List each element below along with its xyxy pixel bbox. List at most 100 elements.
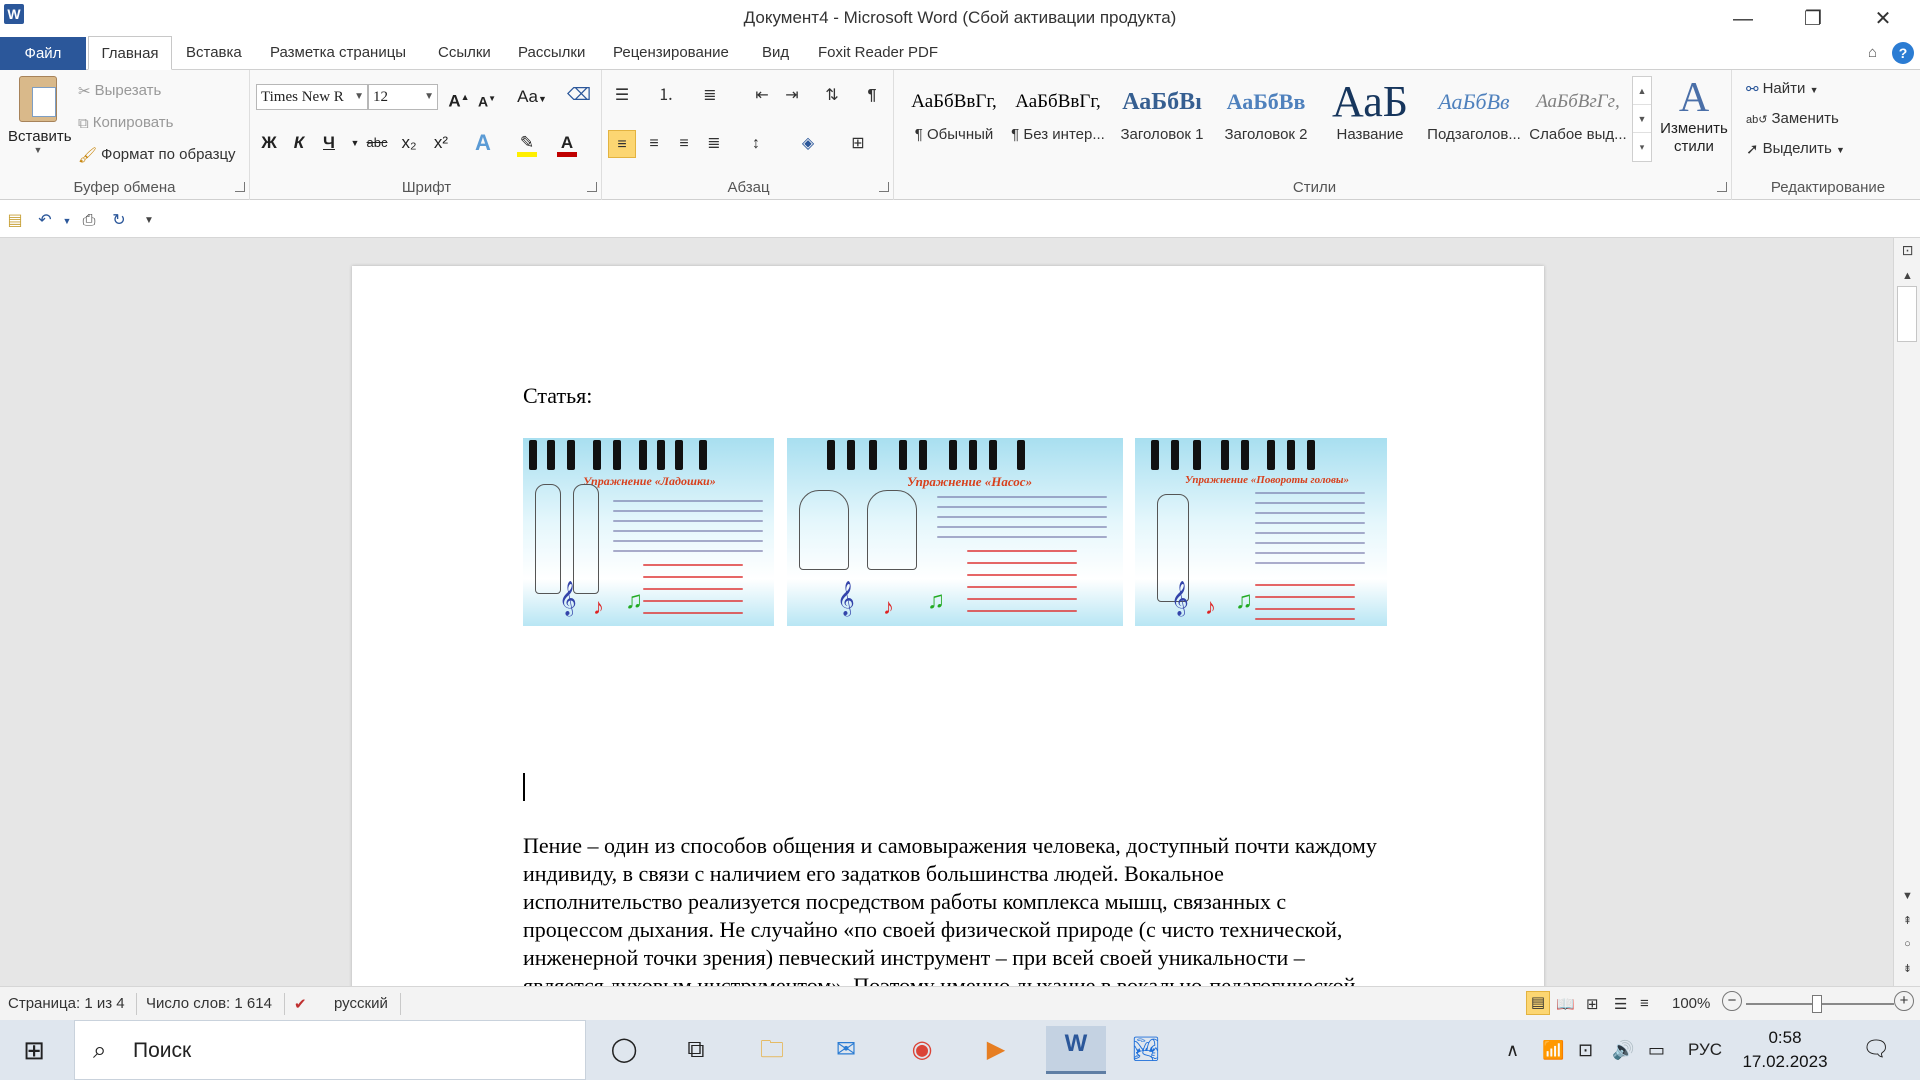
superscript-button[interactable]: x²	[428, 130, 454, 156]
close-button[interactable]: ✕	[1860, 4, 1906, 34]
highlight-color-icon[interactable]: ✎	[514, 130, 540, 157]
ruler-toggle-icon[interactable]: ⊡	[1894, 242, 1920, 259]
text-effects-icon[interactable]: A	[470, 130, 496, 156]
mail-icon[interactable]: ✉	[826, 1032, 866, 1068]
select-button[interactable]: ➚ Выделить ▼	[1746, 140, 1845, 158]
line-spacing-icon[interactable]: ↕	[742, 130, 770, 158]
print-icon[interactable]: ⎙	[78, 210, 100, 232]
undo-dropdown-icon[interactable]: ▼	[56, 210, 78, 232]
tab-mailings[interactable]: Рассылки	[512, 36, 591, 70]
shading-icon[interactable]: ◈	[794, 130, 822, 158]
styles-scroll-down-icon[interactable]: ▼	[1633, 105, 1651, 133]
change-styles-button[interactable]: A Изменить стили	[1656, 76, 1732, 156]
media-player-icon[interactable]: ▶	[976, 1032, 1016, 1068]
restore-button[interactable]: ❐	[1790, 4, 1836, 34]
word-count[interactable]: Число слов: 1 614	[146, 995, 272, 1012]
bullets-icon[interactable]: ☰	[608, 82, 636, 110]
network-icon[interactable]: 📶	[1542, 1040, 1564, 1061]
zoom-slider-thumb[interactable]	[1812, 995, 1822, 1013]
exercise-image-2[interactable]: Упражнение «Насос» 𝄞 ♪ ♫	[787, 438, 1123, 626]
replace-button[interactable]: ab↺ Заменить	[1746, 110, 1839, 127]
styles-dialog-launcher[interactable]	[1717, 182, 1727, 192]
scroll-thumb[interactable]	[1897, 286, 1917, 342]
new-document-icon[interactable]: ▤	[4, 210, 26, 232]
notifications-icon[interactable]: 🗨	[1862, 1036, 1890, 1062]
styles-scroll-up-icon[interactable]: ▲	[1633, 77, 1651, 105]
document-area[interactable]: Статья: Упражнение «Ладошки» 𝄞 ♪ ♫ Упраж…	[0, 238, 1893, 986]
align-center-icon[interactable]: ≡	[640, 130, 668, 158]
photos-icon[interactable]: 🏞	[1126, 1032, 1166, 1068]
battery-icon[interactable]: ▭	[1648, 1040, 1665, 1061]
tab-references[interactable]: Ссылки	[432, 36, 497, 70]
font-name-combo[interactable]: Times New R ▼	[256, 84, 368, 110]
multilevel-list-icon[interactable]: ≣	[696, 82, 724, 110]
zoom-in-icon[interactable]: +	[1894, 991, 1914, 1011]
exercise-image-3[interactable]: Упражнение «Повороты головы» 𝄞 ♪ ♫	[1135, 438, 1387, 626]
tab-home[interactable]: Главная	[88, 36, 172, 70]
taskbar-clock[interactable]: 0:58 17.02.2023	[1730, 1026, 1840, 1074]
windows-start-icon[interactable]: ⊞	[14, 1032, 54, 1068]
document-page[interactable]: Статья: Упражнение «Ладошки» 𝄞 ♪ ♫ Упраж…	[352, 266, 1544, 986]
sort-icon[interactable]: ⇅	[818, 82, 846, 110]
minimize-button[interactable]: —	[1720, 4, 1766, 34]
cortana-icon[interactable]: ◯	[604, 1032, 644, 1068]
change-case-button[interactable]: Aa▼	[514, 84, 550, 110]
styles-gallery-scroll[interactable]: ▲ ▼ ▾	[1632, 76, 1652, 162]
undo-icon[interactable]: ↶	[34, 210, 56, 232]
tab-file[interactable]: Файл	[0, 37, 86, 70]
font-dialog-launcher[interactable]	[587, 182, 597, 192]
strikethrough-button[interactable]: abc	[364, 130, 390, 156]
outline-view-icon[interactable]: ☰	[1614, 995, 1627, 1013]
increase-indent-icon[interactable]: ⇥	[778, 82, 806, 110]
file-explorer-icon[interactable]: 🗀	[752, 1032, 792, 1068]
align-left-icon[interactable]: ≡	[608, 130, 636, 158]
clear-formatting-icon[interactable]: ⌫	[566, 82, 592, 108]
language-indicator[interactable]: русский	[334, 995, 388, 1012]
tab-foxit-pdf[interactable]: Foxit Reader PDF	[812, 36, 944, 70]
minimize-ribbon-icon[interactable]: ⌂	[1868, 44, 1877, 61]
style-subtitle[interactable]: АаБбВв Подзаголов...	[1422, 78, 1526, 164]
copy-button[interactable]: ⧉ Копировать	[78, 114, 173, 132]
zoom-level[interactable]: 100%	[1672, 995, 1710, 1012]
font-size-combo[interactable]: 12 ▼	[368, 84, 438, 110]
styles-more-icon[interactable]: ▾	[1633, 133, 1651, 161]
help-icon[interactable]: ?	[1892, 42, 1914, 64]
style-subtle-emphasis[interactable]: АаБбВгГг, Слабое выд...	[1526, 78, 1630, 164]
bold-button[interactable]: Ж	[256, 130, 282, 156]
proofing-icon[interactable]: ✔	[294, 995, 307, 1013]
exercise-image-1[interactable]: Упражнение «Ладошки» 𝄞 ♪ ♫	[523, 438, 774, 626]
tray-chevron-icon[interactable]: ∧	[1506, 1040, 1519, 1061]
borders-icon[interactable]: ⊞	[844, 130, 872, 158]
browse-object-icon[interactable]: ○	[1894, 938, 1920, 950]
numbering-icon[interactable]: ⒈	[652, 82, 680, 110]
find-button[interactable]: ⚯ Найти ▼	[1746, 80, 1818, 98]
word-taskbar-icon[interactable]: W	[1046, 1026, 1106, 1074]
shrink-font-button[interactable]: A▼	[474, 86, 500, 112]
justify-icon[interactable]: ≣	[700, 130, 728, 158]
style-heading-2[interactable]: АаБбВв Заголовок 2	[1214, 78, 1318, 164]
tab-page-layout[interactable]: Разметка страницы	[264, 36, 412, 70]
meet-icon[interactable]: ⊡	[1578, 1040, 1593, 1061]
vertical-scrollbar[interactable]: ⊡ ▲ ▼ ⇞ ○ ⇟	[1893, 238, 1920, 986]
style-heading-1[interactable]: АаБбВı Заголовок 1	[1110, 78, 1214, 164]
tab-insert[interactable]: Вставка	[180, 36, 248, 70]
underline-button[interactable]: Ч	[316, 130, 342, 156]
redo-icon[interactable]: ↻	[108, 210, 130, 232]
style-no-spacing[interactable]: АаБбВвГг, ¶ Без интер...	[1006, 78, 1110, 164]
chrome-icon[interactable]: ◉	[902, 1032, 942, 1068]
web-layout-icon[interactable]: ⊞	[1586, 995, 1599, 1013]
volume-icon[interactable]: 🔊	[1612, 1040, 1634, 1061]
grow-font-button[interactable]: A▲	[446, 84, 472, 111]
format-painter-button[interactable]: 🖌 Формат по образцу	[78, 146, 236, 164]
zoom-out-icon[interactable]: −	[1722, 991, 1742, 1011]
subscript-button[interactable]: x₂	[396, 130, 422, 156]
style-title[interactable]: АаБ Название	[1318, 78, 1422, 164]
style-normal[interactable]: АаБбВвГг, ¶ Обычный	[902, 78, 1006, 164]
font-color-icon[interactable]: A	[554, 130, 580, 157]
cut-button[interactable]: ✂ Вырезать	[78, 82, 161, 100]
align-right-icon[interactable]: ≡	[670, 130, 698, 158]
next-page-icon[interactable]: ⇟	[1894, 962, 1920, 975]
customize-toolbar-icon[interactable]: ▼	[138, 210, 160, 232]
tab-view[interactable]: Вид	[756, 36, 795, 70]
input-language[interactable]: РУС	[1688, 1040, 1722, 1060]
